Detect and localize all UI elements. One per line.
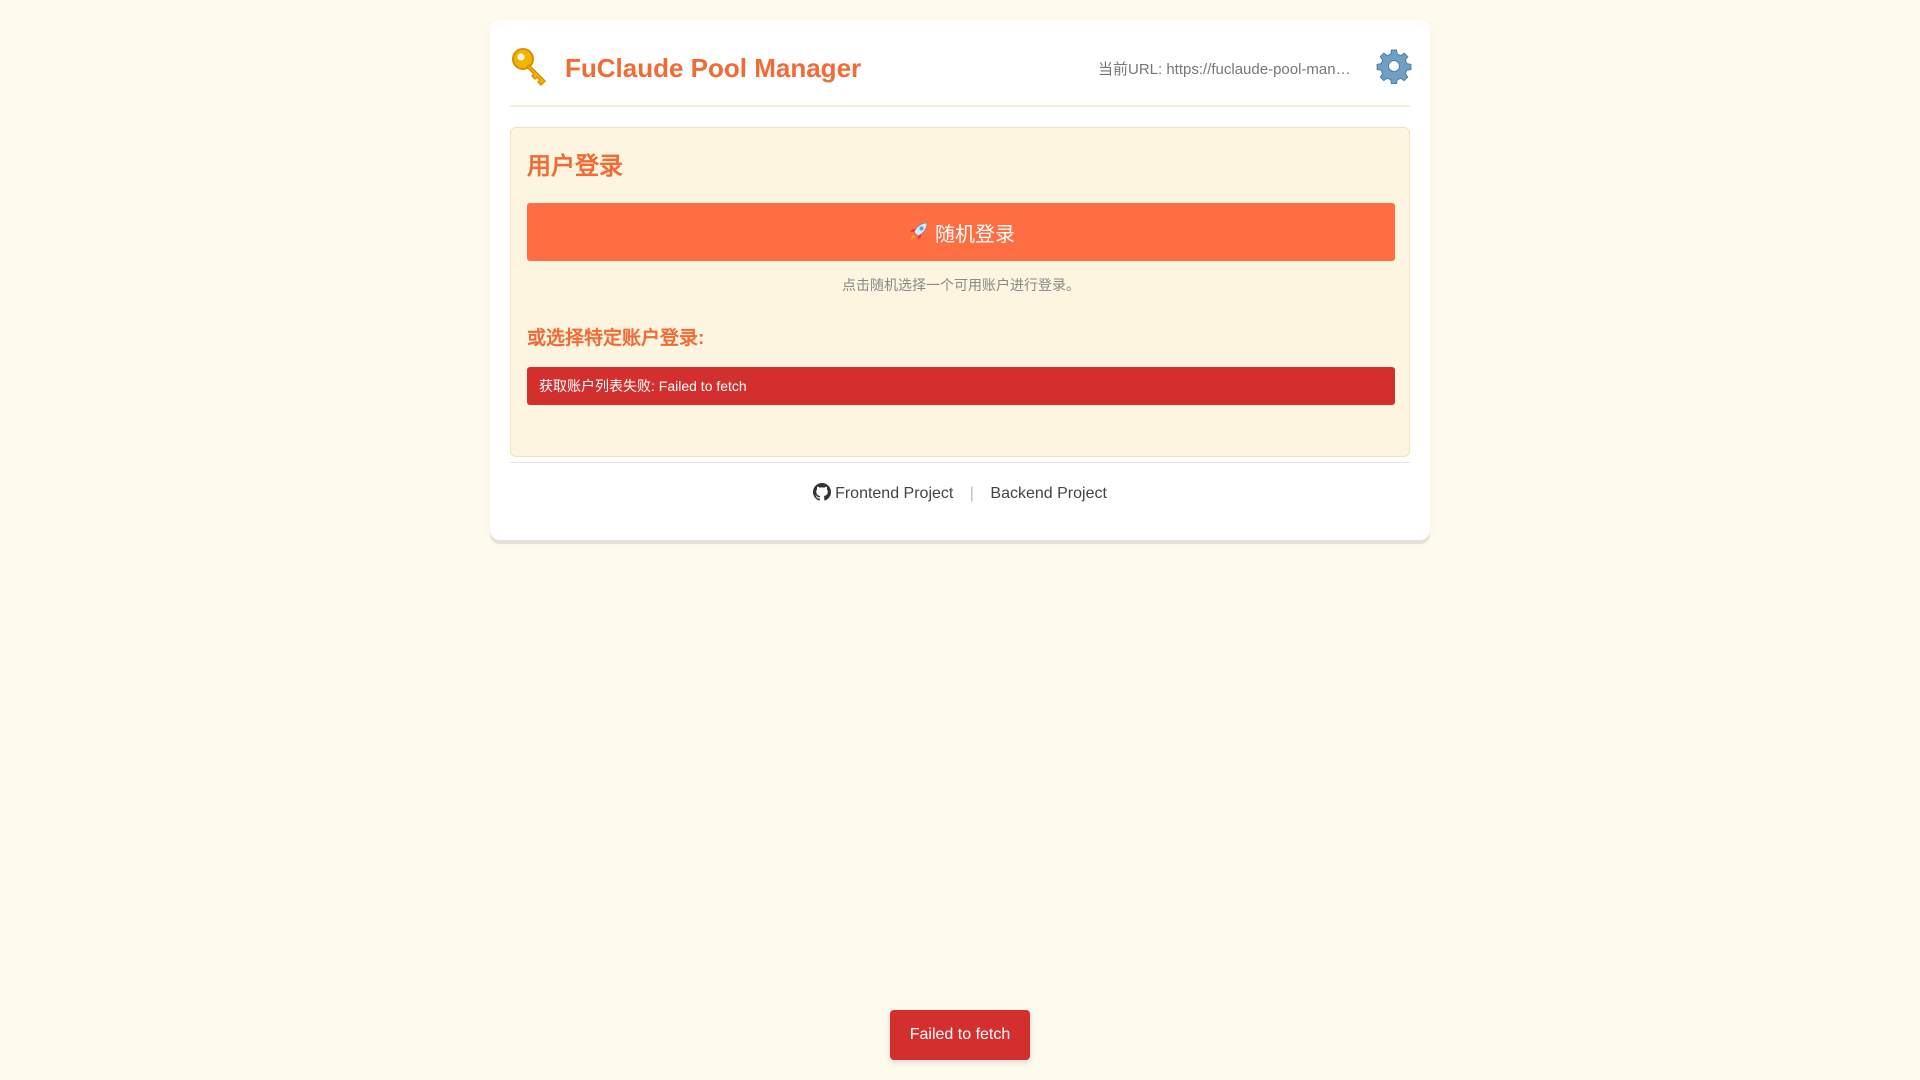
- random-login-button[interactable]: 随机登录: [527, 203, 1395, 261]
- login-panel: 用户登录 随机登录 点击随机选择一个可用账户进行登录。 或选择特定账户登录: 获…: [510, 127, 1410, 457]
- frontend-project-label: Frontend Project: [835, 485, 954, 502]
- footer: Frontend Project | Backend Project: [510, 462, 1410, 523]
- footer-separator: |: [969, 485, 974, 502]
- account-list-error: 获取账户列表失败: Failed to fetch: [527, 367, 1395, 405]
- current-url: 当前URL: https://fuclaude-pool-manager: [1098, 61, 1353, 78]
- login-title: 用户登录: [527, 153, 623, 180]
- frontend-project-link[interactable]: Frontend Project: [813, 483, 958, 502]
- random-login-hint: 点击随机选择一个可用账户进行登录。: [842, 277, 1080, 293]
- rocket-icon: [910, 222, 928, 240]
- gear-icon[interactable]: [1376, 48, 1412, 84]
- select-account-title: 或选择特定账户登录:: [527, 328, 705, 349]
- backend-project-link[interactable]: Backend Project: [990, 485, 1107, 502]
- key-icon: [512, 48, 546, 86]
- app-header: FuClaude Pool Manager 当前URL: https://fuc…: [510, 20, 1412, 107]
- main-card: FuClaude Pool Manager 当前URL: https://fuc…: [490, 20, 1430, 540]
- footer-links: Frontend Project | Backend Project: [510, 483, 1410, 503]
- app-title: FuClaude Pool Manager: [565, 53, 862, 83]
- github-icon: [813, 483, 832, 501]
- random-login-label: 随机登录: [935, 223, 1015, 246]
- error-toast: Failed to fetch: [890, 1010, 1030, 1060]
